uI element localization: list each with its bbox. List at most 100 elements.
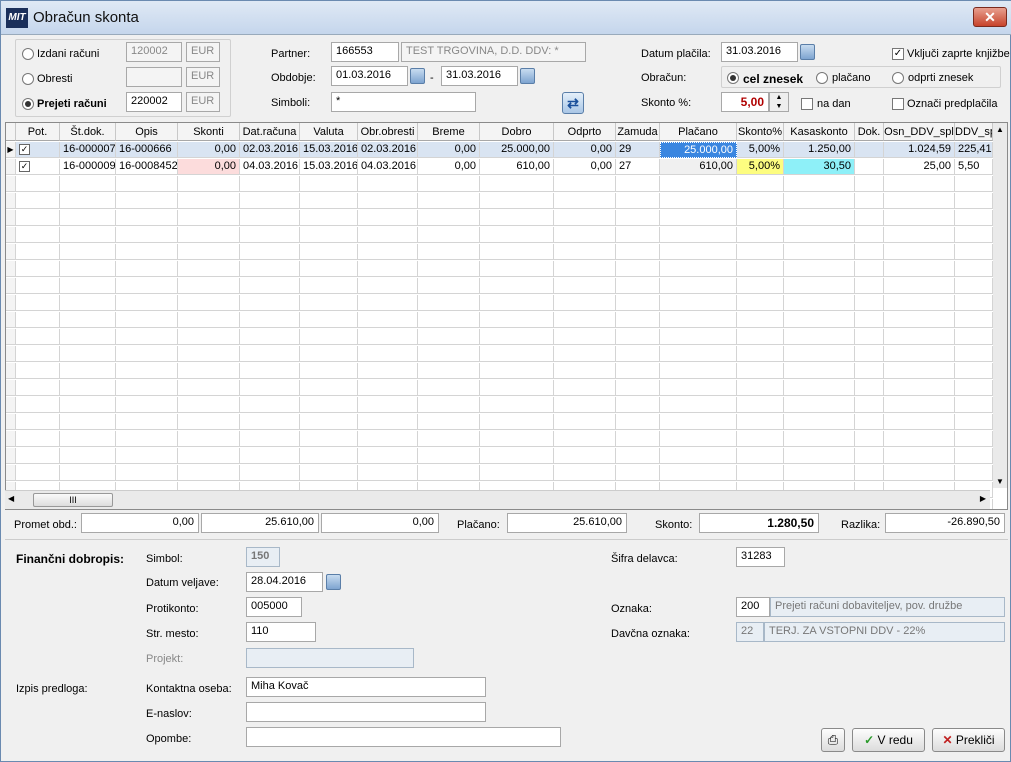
grid-cell-empty[interactable] [884, 312, 955, 328]
grid-cell-empty[interactable] [855, 295, 884, 311]
grid-cell-empty[interactable] [660, 176, 737, 192]
grid-cell-empty[interactable] [116, 431, 178, 447]
include-closed-checkbox[interactable]: ✓ [892, 48, 904, 60]
grid-cell-empty[interactable] [418, 176, 480, 192]
grid-cell-empty[interactable] [418, 431, 480, 447]
grid-cell-empty[interactable] [784, 261, 855, 277]
grid-cell-empty[interactable] [884, 346, 955, 362]
grid-cell-empty[interactable] [737, 431, 784, 447]
grid-cell-opis[interactable]: 16-000666 [116, 142, 178, 158]
grid-cell-empty[interactable] [884, 261, 955, 277]
grid-cell-empty[interactable] [60, 176, 116, 192]
grid-cell-empty[interactable] [16, 227, 60, 243]
grid-cell-empty[interactable] [480, 244, 554, 260]
grid-cell-empty[interactable] [240, 278, 300, 294]
kontakt-field[interactable]: Miha Kovač [246, 677, 486, 697]
grid-cell-empty[interactable] [240, 380, 300, 396]
grid-cell-empty[interactable] [480, 210, 554, 226]
grid-cell-empty[interactable] [358, 295, 418, 311]
cancel-button[interactable]: ✕ Prekliči [932, 728, 1005, 752]
grid-cell-empty[interactable] [737, 465, 784, 481]
grid-cell-empty[interactable] [16, 244, 60, 260]
col-header[interactable]: Skonti [178, 123, 240, 141]
grid-cell-empty[interactable] [300, 363, 358, 379]
grid-cell-empty[interactable] [60, 193, 116, 209]
col-header[interactable]: Dobro [480, 123, 554, 141]
grid-cell-empty[interactable] [955, 431, 993, 447]
grid-cell-empty[interactable] [554, 346, 616, 362]
grid-cell-empty[interactable] [855, 193, 884, 209]
col-header[interactable]: Dat.računa [240, 123, 300, 141]
grid-cell-empty[interactable] [358, 193, 418, 209]
grid-cell-empty[interactable] [554, 312, 616, 328]
grid-cell-empty[interactable] [737, 397, 784, 413]
grid-cell-empty[interactable] [300, 278, 358, 294]
grid-cell-empty[interactable] [418, 295, 480, 311]
grid-cell-empty[interactable] [855, 210, 884, 226]
col-header[interactable]: Valuta [300, 123, 358, 141]
grid-cell-breme[interactable]: 0,00 [418, 159, 480, 175]
grid-cell-empty[interactable] [955, 193, 993, 209]
row-indicator[interactable] [6, 210, 16, 226]
scroll-right-icon[interactable]: ▶ [980, 494, 986, 503]
grid-cell-empty[interactable] [616, 261, 660, 277]
grid-cell-dobro[interactable]: 25.000,00 [480, 142, 554, 158]
row-indicator[interactable] [6, 363, 16, 379]
calendar-icon[interactable] [410, 68, 425, 84]
grid-cell-empty[interactable] [855, 346, 884, 362]
grid-cell-empty[interactable] [60, 431, 116, 447]
grid-cell-st[interactable]: 16-000007 [60, 142, 116, 158]
grid-cell-empty[interactable] [480, 278, 554, 294]
grid-cell-empty[interactable] [855, 244, 884, 260]
grid-cell-empty[interactable] [178, 448, 240, 464]
grid-cell-empty[interactable] [300, 176, 358, 192]
grid-cell-empty[interactable] [60, 397, 116, 413]
row-select-checkbox[interactable]: ✓ [19, 144, 30, 155]
grid-cell-opis[interactable]: 16-0008452 [116, 159, 178, 175]
grid-cell-empty[interactable] [480, 465, 554, 481]
col-header[interactable]: Plačano [660, 123, 737, 141]
grid-cell-empty[interactable] [660, 261, 737, 277]
grid-cell-empty[interactable] [358, 380, 418, 396]
row-indicator[interactable] [6, 227, 16, 243]
grid-cell-empty[interactable] [60, 295, 116, 311]
grid-cell-empty[interactable] [784, 431, 855, 447]
grid-cell-dok[interactable] [855, 142, 884, 158]
grid-cell-empty[interactable] [737, 312, 784, 328]
grid-cell-empty[interactable] [737, 227, 784, 243]
grid-cell-empty[interactable] [737, 329, 784, 345]
grid-cell-empty[interactable] [660, 431, 737, 447]
grid-cell-empty[interactable] [616, 193, 660, 209]
grid-cell-empty[interactable] [358, 244, 418, 260]
row-indicator[interactable] [6, 312, 16, 328]
grid-cell-empty[interactable] [784, 346, 855, 362]
grid-cell-empty[interactable] [60, 363, 116, 379]
grid-cell-empty[interactable] [955, 465, 993, 481]
grid-cell-empty[interactable] [240, 193, 300, 209]
grid-cell-empty[interactable] [178, 227, 240, 243]
grid-cell-empty[interactable] [358, 176, 418, 192]
grid-cell-empty[interactable] [554, 176, 616, 192]
grid-cell-empty[interactable] [737, 295, 784, 311]
grid-cell-empty[interactable] [240, 465, 300, 481]
scroll-left-icon[interactable]: ◀ [8, 494, 14, 503]
grid-cell-empty[interactable] [955, 346, 993, 362]
grid-cell-empty[interactable] [16, 380, 60, 396]
grid-cell-empty[interactable] [418, 329, 480, 345]
grid-cell-empty[interactable] [660, 448, 737, 464]
grid-cell-empty[interactable] [178, 346, 240, 362]
grid-cell-empty[interactable] [660, 278, 737, 294]
grid-cell-empty[interactable] [116, 397, 178, 413]
grid-cell-empty[interactable] [784, 210, 855, 226]
grid-cell-empty[interactable] [116, 176, 178, 192]
grid-cell-empty[interactable] [784, 278, 855, 294]
grid-cell-empty[interactable] [60, 465, 116, 481]
grid-cell-empty[interactable] [784, 363, 855, 379]
grid-cell-empty[interactable] [178, 397, 240, 413]
payment-date-field[interactable]: 31.03.2016 [721, 42, 798, 62]
grid-cell-empty[interactable] [737, 176, 784, 192]
grid-cell-empty[interactable] [178, 244, 240, 260]
grid-cell-empty[interactable] [884, 465, 955, 481]
col-header[interactable]: Breme [418, 123, 480, 141]
grid-cell-empty[interactable] [855, 414, 884, 430]
